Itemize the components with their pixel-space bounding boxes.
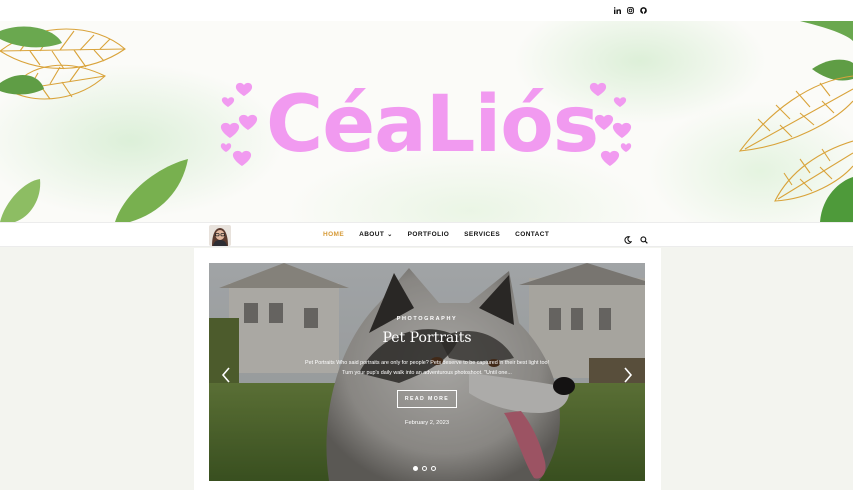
main-navbar: HOME ABOUT ⌄ PORTFOLIO SERVICES CONTACT (0, 222, 853, 247)
nav-item-services[interactable]: SERVICES (464, 231, 500, 238)
excerpt-line: Pet Portraits Who said portraits are onl… (305, 360, 549, 366)
excerpt-line: Turn your pup's daily walk into an adven… (342, 369, 512, 376)
site-logo[interactable]: CéaLiós (218, 73, 638, 183)
slider-dot[interactable] (431, 466, 436, 471)
social-links (613, 6, 647, 15)
nav-item-portfolio[interactable]: PORTFOLIO (408, 231, 450, 238)
post-excerpt: Pet Portraits Who said portraits are onl… (269, 359, 585, 378)
nav-item-contact[interactable]: CONTACT (515, 231, 549, 238)
github-icon[interactable] (639, 6, 647, 15)
instagram-icon[interactable] (626, 6, 634, 15)
read-more-button[interactable]: READ MORE (397, 390, 457, 408)
search-icon[interactable] (640, 231, 648, 249)
slider-dot[interactable] (422, 466, 427, 471)
nav-item-about[interactable]: ABOUT ⌄ (359, 231, 393, 238)
chevron-right-icon (624, 367, 633, 383)
chevron-down-icon: ⌄ (387, 232, 393, 238)
next-slide-button[interactable] (622, 367, 634, 383)
avatar[interactable] (209, 225, 231, 246)
nav-item-label: HOME (323, 231, 345, 238)
chevron-left-icon (221, 367, 230, 383)
nav-item-label: SERVICES (464, 231, 501, 238)
nav-item-home[interactable]: HOME (323, 231, 344, 238)
post-date: February 2, 2023 (404, 420, 450, 426)
header-banner: CéaLiós (0, 21, 853, 222)
slider-dot[interactable] (413, 466, 418, 471)
nav-tools (624, 231, 648, 249)
primary-menu: HOME ABOUT ⌄ PORTFOLIO SERVICES CONTACT (323, 231, 564, 238)
nav-item-label: ABOUT (359, 231, 385, 238)
nav-item-label: PORTFOLIO (407, 231, 450, 238)
post-title[interactable]: Pet Portraits (209, 330, 645, 346)
featured-slider: PHOTOGRAPHY Pet Portraits Pet Portraits … (209, 263, 645, 481)
slider-pagination (413, 466, 436, 471)
top-social-bar (0, 0, 853, 21)
post-category[interactable]: PHOTOGRAPHY (209, 316, 645, 322)
moon-icon[interactable] (624, 231, 633, 249)
nav-item-label: CONTACT (515, 231, 550, 238)
logo-text: CéaLiós (266, 80, 599, 170)
prev-slide-button[interactable] (220, 367, 232, 383)
linkedin-icon[interactable] (613, 6, 621, 15)
